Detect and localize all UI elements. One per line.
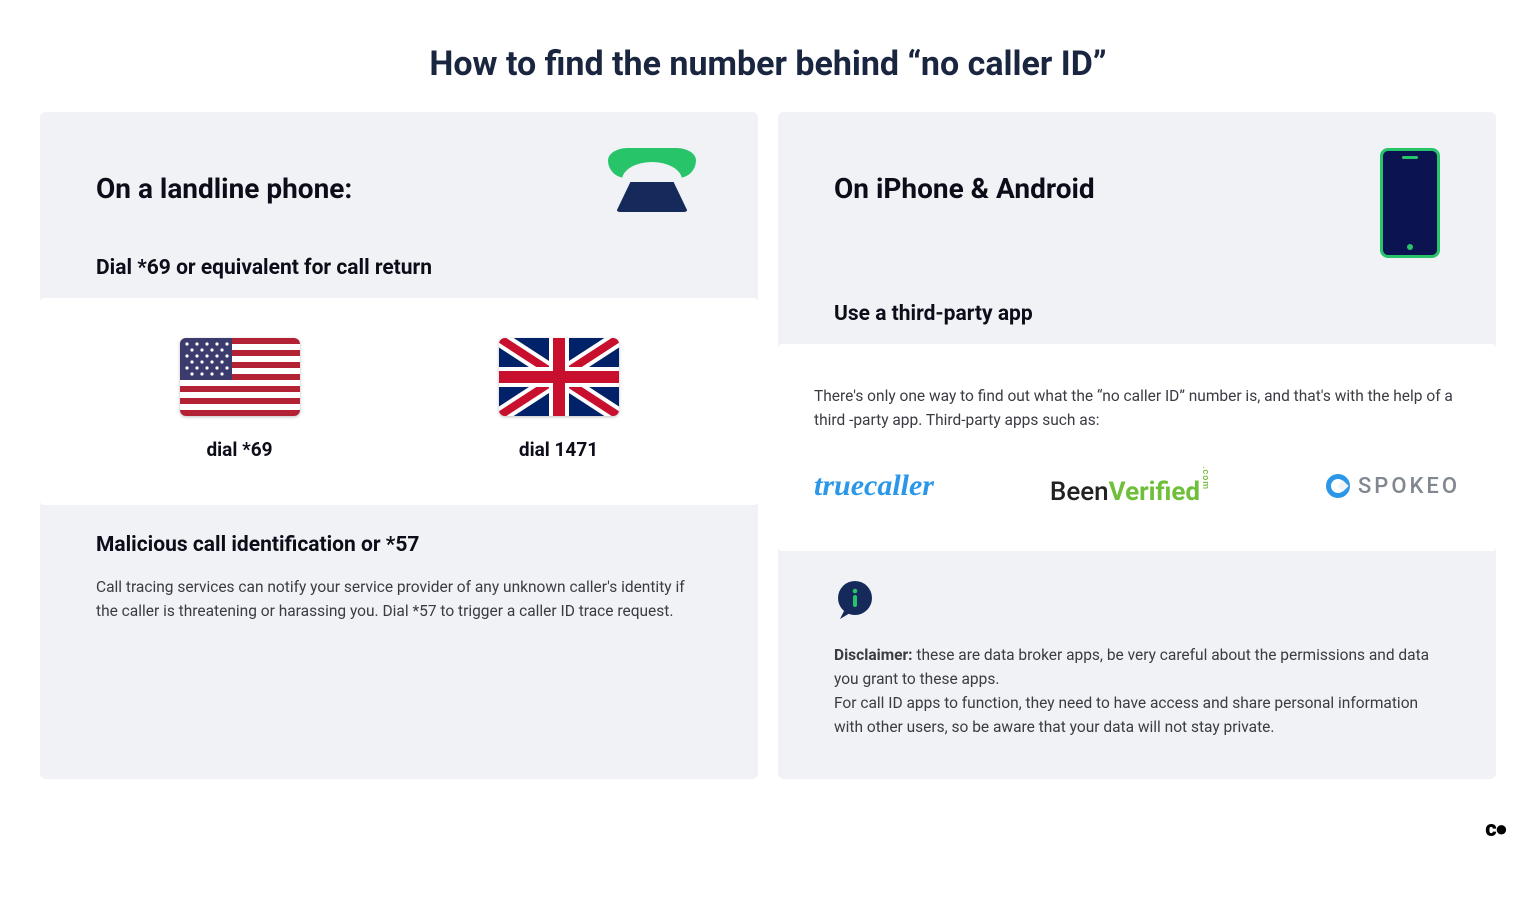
spokeo-ring-icon xyxy=(1326,474,1350,498)
landline-sub2: Malicious call identification or *57 xyxy=(96,533,702,557)
beenverified-part2: Verified xyxy=(1109,477,1200,507)
uk-column: dial 1471 xyxy=(499,338,619,461)
app-logos-row: truecaller BeenVerified.com SPOKEO xyxy=(814,466,1460,507)
disclaimer-p2: For call ID apps to function, they need … xyxy=(834,691,1440,739)
beenverified-part1: Been xyxy=(1050,477,1109,507)
mobile-heading: On iPhone & Android xyxy=(834,172,1095,205)
disclaimer-text-1: these are data broker apps, be very care… xyxy=(834,646,1429,688)
landline-card: On a landline phone: Dial *69 or equival… xyxy=(40,112,758,779)
landline-flag-panel: dial *69 dial 1471 xyxy=(40,298,758,505)
spokeo-text: SPOKEO xyxy=(1358,474,1460,499)
us-column: dial *69 xyxy=(180,338,300,461)
smartphone-icon xyxy=(1380,148,1440,258)
spokeo-logo: SPOKEO xyxy=(1326,474,1460,499)
mobile-apps-panel: There's only one way to find out what th… xyxy=(778,344,1496,551)
landline-heading: On a landline phone: xyxy=(96,172,352,205)
footer-logo: c● xyxy=(1485,816,1506,842)
mobile-intro: There's only one way to find out what th… xyxy=(814,384,1460,432)
uk-flag-icon xyxy=(499,338,619,416)
landline-sub1: Dial *69 or equivalent for call return xyxy=(96,256,702,280)
page-title: How to find the number behind “no caller… xyxy=(0,44,1536,84)
columns-container: On a landline phone: Dial *69 or equival… xyxy=(0,112,1536,779)
landline-header: On a landline phone: xyxy=(96,148,702,212)
truecaller-logo: truecaller xyxy=(814,469,934,503)
beenverified-logo: BeenVerified.com xyxy=(1050,466,1210,507)
info-icon xyxy=(834,579,1440,625)
landline-body: Call tracing services can notify your se… xyxy=(96,575,702,623)
mobile-card: On iPhone & Android Use a third-party ap… xyxy=(778,112,1496,779)
mobile-header: On iPhone & Android xyxy=(834,148,1440,258)
mobile-sub1: Use a third-party app xyxy=(834,302,1440,326)
disclaimer-p1: Disclaimer: these are data broker apps, … xyxy=(834,643,1440,691)
uk-dial-label: dial 1471 xyxy=(519,438,598,461)
disclaimer-label: Disclaimer: xyxy=(834,646,913,664)
beenverified-part3: .com xyxy=(1200,466,1210,490)
landline-phone-icon xyxy=(602,148,702,212)
us-dial-label: dial *69 xyxy=(206,438,272,461)
us-flag-icon xyxy=(180,338,300,416)
